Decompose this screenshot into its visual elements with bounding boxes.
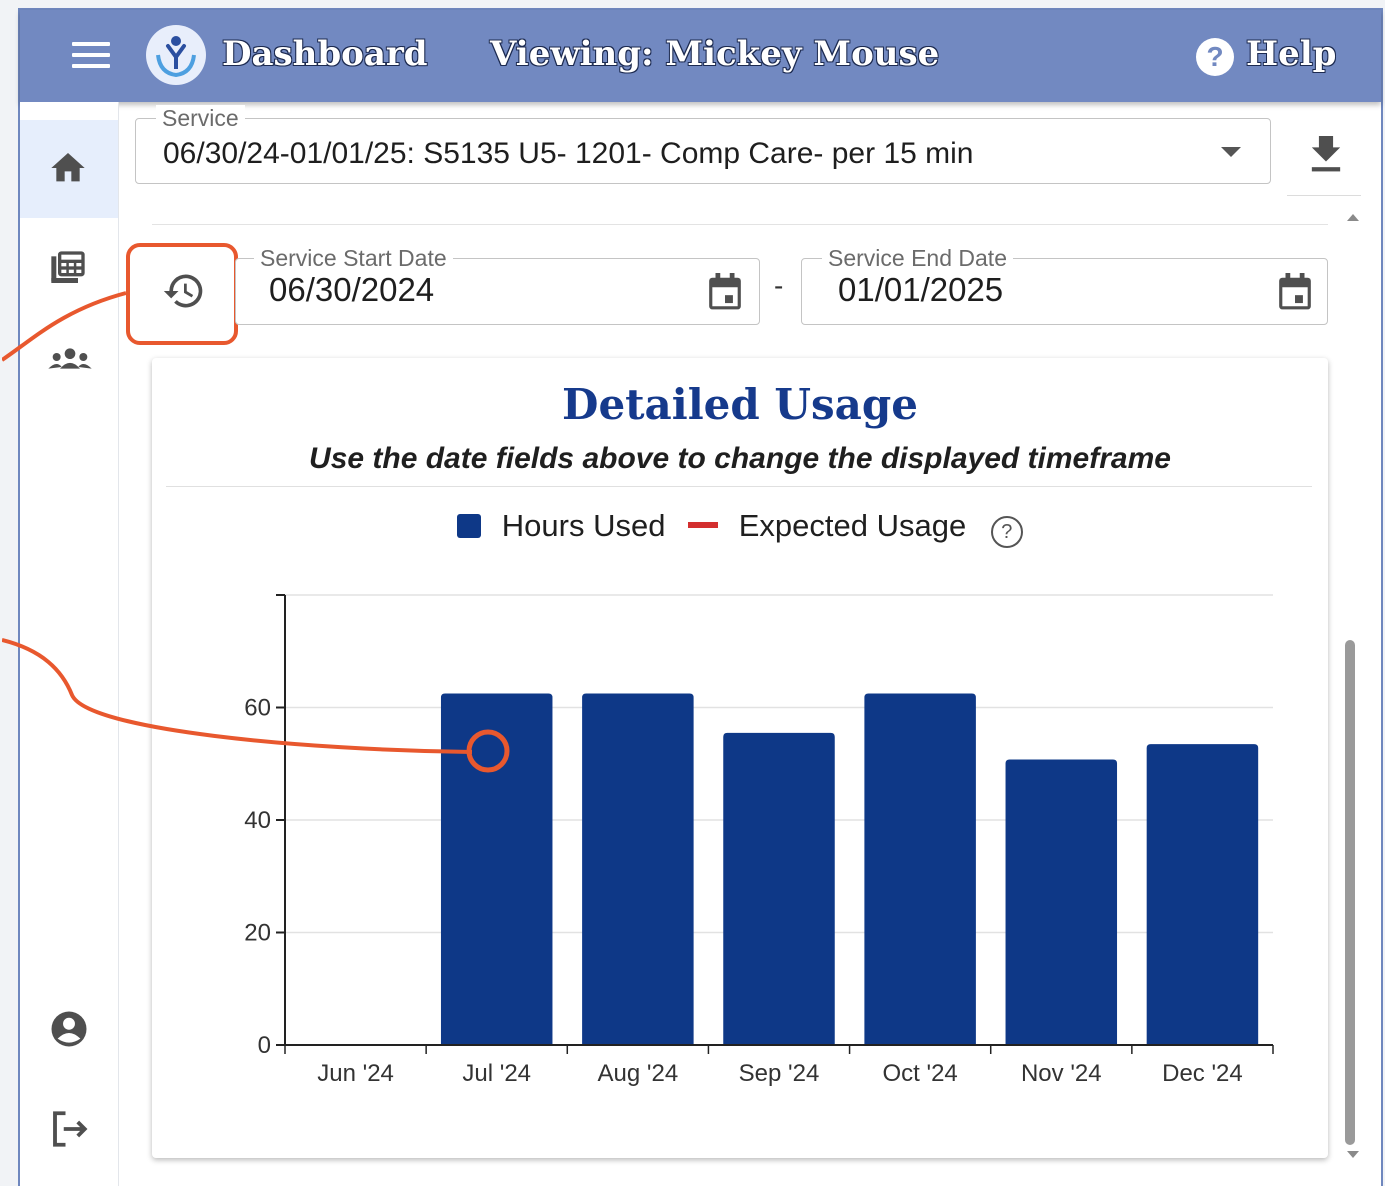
annotation-callout [2, 291, 510, 773]
sidebar-item-account[interactable] [20, 980, 118, 1078]
scroll-down-arrow[interactable] [1346, 1150, 1360, 1160]
bar [1146, 744, 1259, 1045]
account-icon [51, 1011, 87, 1047]
chevron-down-icon [1221, 147, 1241, 157]
x-tick-label: Oct '24 [883, 1060, 958, 1087]
end-date-value: 01/01/2025 [838, 271, 1004, 308]
y-tick-label: 40 [244, 807, 271, 834]
logout-icon [53, 1111, 88, 1147]
callout-target-circle [466, 729, 510, 773]
help-icon: ? [1196, 38, 1234, 76]
download-button[interactable] [1287, 115, 1361, 196]
calendar-icon[interactable] [1276, 271, 1314, 313]
x-tick-label: Dec '24 [1162, 1060, 1243, 1087]
bar [723, 732, 835, 1045]
scrollbar-thumb[interactable] [1345, 640, 1355, 1145]
y-tick-label: 20 [244, 920, 271, 947]
sidebar-item-logout[interactable] [20, 1080, 118, 1178]
app-frame: Dashboard Viewing: Mickey Mouse ? Help S… [2, 8, 1383, 1186]
date-separator: - [774, 270, 784, 301]
viewing-label: Viewing: Mickey Mouse [490, 34, 940, 74]
x-tick-label: Sep '24 [739, 1060, 820, 1087]
bar [582, 693, 694, 1045]
x-tick-label: Aug '24 [598, 1060, 679, 1087]
bar [864, 693, 976, 1045]
x-tick-label: Nov '24 [1021, 1060, 1102, 1087]
x-tick-label: Jul '24 [462, 1060, 531, 1087]
calendar-icon[interactable] [706, 271, 744, 313]
x-tick-label: Jun '24 [317, 1060, 394, 1087]
end-date-label: Service End Date [822, 245, 1013, 272]
y-tick-label: 0 [258, 1032, 271, 1059]
help-label: Help [1246, 34, 1337, 74]
download-icon [1311, 136, 1341, 172]
bar [1005, 759, 1118, 1045]
scroll-up-arrow[interactable] [1346, 212, 1360, 222]
end-date-field[interactable]: Service End Date 01/01/2025 [801, 245, 1328, 325]
